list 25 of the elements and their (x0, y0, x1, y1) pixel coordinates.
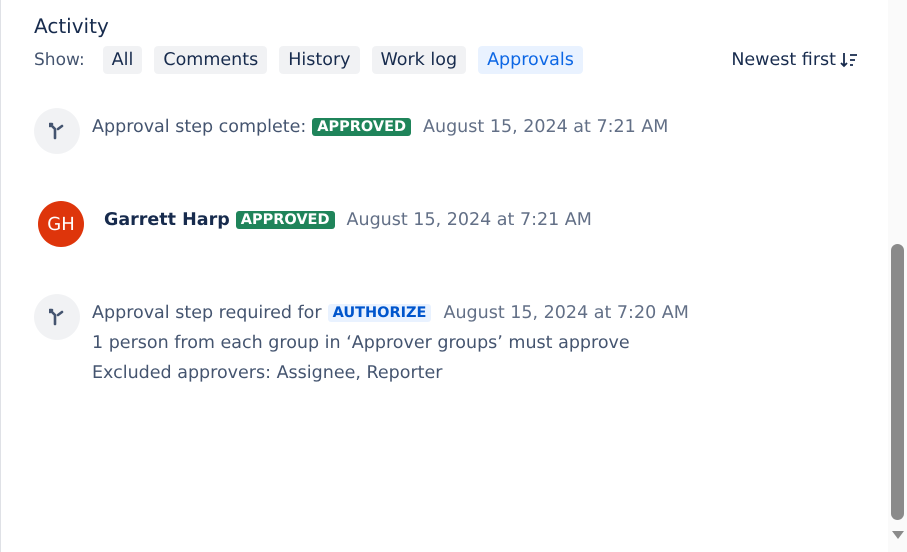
sort-icon (840, 52, 858, 68)
timestamp: August 15, 2024 at 7:20 AM (443, 303, 689, 323)
detail-text: 1 person from each group in ‘Approver groups’ must approve (92, 333, 631, 353)
user-avatar: GH (38, 201, 84, 247)
filter-tab[interactable]: Work log (372, 46, 466, 74)
status-lozenge: APPROVED (312, 118, 412, 136)
activity-text: Approval step required for (92, 303, 322, 323)
status-lozenge: APPROVED (236, 211, 334, 229)
sort-button[interactable]: Newest first (731, 50, 858, 70)
status-lozenge: AUTHORIZE (328, 304, 432, 322)
activity-text: Approval step complete: (92, 117, 306, 137)
filter-label: Show: (34, 50, 85, 70)
section-title: Activity (34, 14, 110, 38)
detail-text: Excluded approvers: Assignee, Reporter (92, 363, 444, 383)
filter-tab[interactable]: History (279, 46, 360, 74)
branch-icon (49, 122, 65, 140)
scroll-down-icon[interactable] (890, 530, 904, 540)
timestamp: August 15, 2024 at 7:21 AM (423, 117, 668, 137)
filter-tab[interactable]: Approvals (478, 46, 583, 74)
user-name: Garrett Harp (104, 210, 230, 230)
filter-tab[interactable]: Comments (154, 46, 268, 74)
scrollbar-thumb[interactable] (891, 244, 904, 520)
timestamp: August 15, 2024 at 7:21 AM (346, 210, 592, 230)
branch-icon (49, 308, 65, 326)
filter-tab[interactable]: All (102, 46, 142, 74)
